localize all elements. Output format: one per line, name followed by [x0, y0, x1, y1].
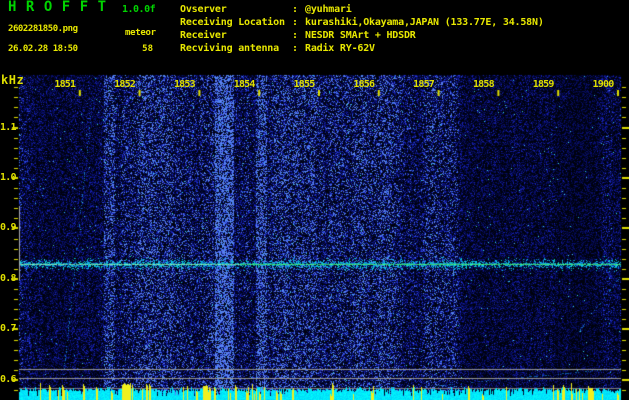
spectrogram-canvas [0, 0, 629, 400]
info-value: Radix RY-62V [305, 43, 375, 54]
x-tick-label: 1857 [413, 79, 435, 90]
y-tick-label: 0.8 [0, 273, 16, 284]
output-filename: 2602281850.png [8, 24, 78, 34]
info-label: Receiving Location [180, 17, 285, 28]
y-tick-label: 1.1 [0, 122, 16, 133]
info-separator: : [292, 4, 298, 15]
observation-datetime: 26.02.28 18:50 [8, 44, 78, 54]
echo-count: 58 [142, 44, 153, 54]
x-tick-label: 1856 [353, 79, 375, 90]
x-tick-label: 1859 [532, 79, 555, 90]
info-label: Recviving antenna [180, 43, 279, 54]
x-tick-label: 1852 [114, 79, 136, 90]
info-label: Ovserver [180, 4, 227, 15]
x-tick-label: 1858 [472, 79, 495, 90]
y-tick-label: 0.7 [0, 323, 16, 334]
info-label: Receiver [180, 30, 227, 41]
info-row-ovserver: Ovserver: @yuhmari [180, 3, 544, 16]
x-tick-label: 1854 [233, 79, 256, 90]
info-row-receiving-location: Receiving Location: kurashiki,Okayama,JAP… [180, 16, 544, 29]
y-axis-unit-label: kHz [1, 73, 25, 87]
observer-info-block: Ovserver: @yuhmari Receiving Location: kura… [180, 3, 544, 55]
hrofft-window: HROFFT 1.0.0f 2602281850.png meteor 26.0… [0, 0, 629, 400]
info-value: @yuhmari [305, 4, 352, 15]
app-title: HROFFT [8, 0, 116, 15]
info-row-recviving-antenna: Recviving antenna: Radix RY-62V [180, 42, 544, 55]
info-separator: : [292, 17, 298, 28]
app-version: 1.0.0f [122, 4, 156, 15]
info-separator: : [292, 43, 298, 54]
info-value: NESDR SMArt + HDSDR [305, 30, 416, 41]
mode-label: meteor [125, 28, 156, 38]
x-tick-label: 1851 [54, 79, 76, 90]
info-value: kurashiki,Okayama,JAPAN (133.77E, 34.58N… [305, 17, 544, 28]
info-separator: : [292, 30, 298, 41]
y-tick-label: 0.6 [0, 374, 16, 385]
x-tick-label: 1900 [592, 79, 615, 90]
x-tick-label: 1855 [293, 79, 316, 90]
y-tick-label: 1.0 [0, 172, 16, 183]
info-row-receiver: Receiver: NESDR SMArt + HDSDR [180, 29, 544, 42]
x-tick-label: 1853 [173, 79, 196, 90]
y-tick-label: 0.9 [0, 222, 16, 233]
